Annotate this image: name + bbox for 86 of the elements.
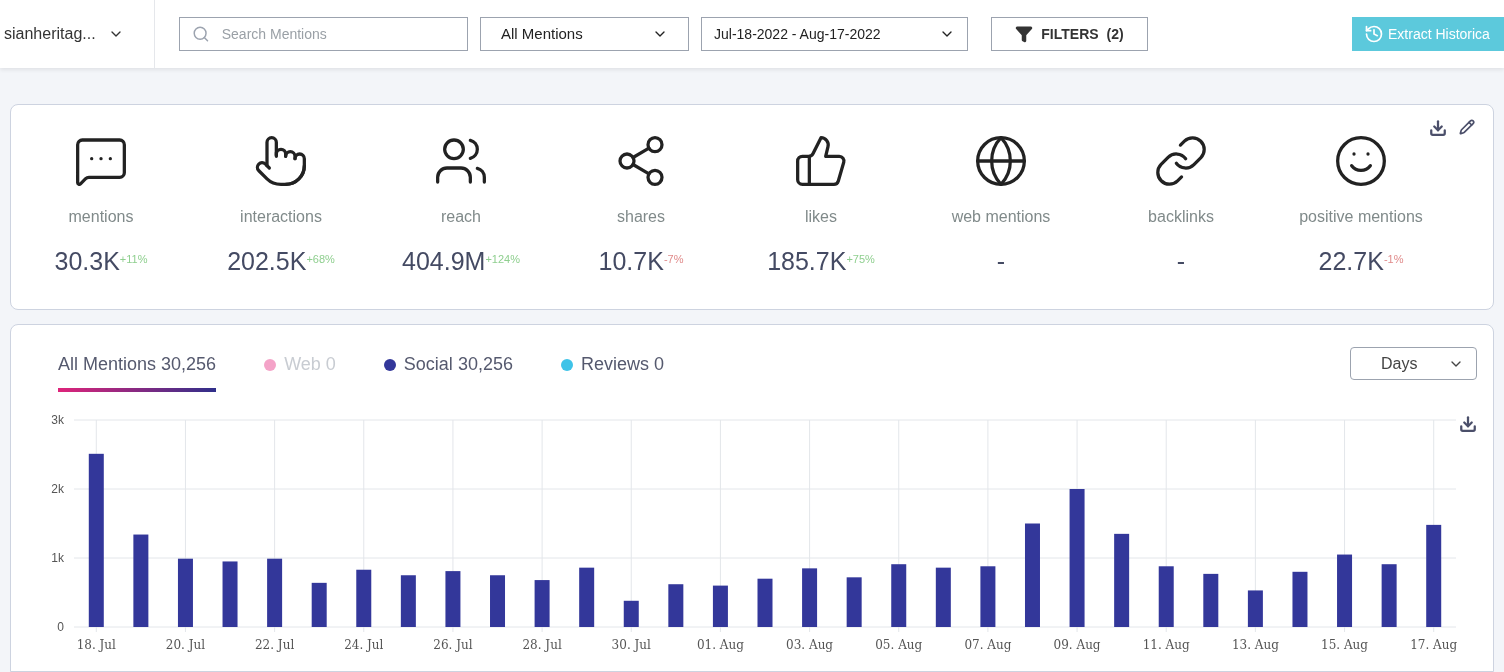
x-axis-label: 05. Aug [875,638,923,652]
y-axis-label: 0 [57,620,64,634]
interval-dropdown[interactable]: Days [1350,347,1477,380]
stat-value: 10.7K [598,246,664,277]
stat-label: backlinks [1148,207,1214,227]
x-axis-label: 07. Aug [964,638,1012,652]
bar [222,561,238,627]
bar [490,575,505,627]
search-field[interactable]: Search Mentions [179,17,468,51]
bar [1292,571,1308,627]
x-axis-label: 26. Jul [433,638,473,652]
mention-type-dropdown[interactable]: All Mentions [480,17,689,51]
stat-label: web mentions [951,207,1051,227]
x-axis-label: 11. Aug [1142,638,1190,652]
bar [668,584,684,627]
bar [1158,566,1174,627]
bar [980,566,996,627]
x-axis-label: 03. Aug [786,638,834,652]
bar [1203,573,1219,627]
y-axis-label: 3k [51,413,64,427]
stat-value: 185.7K [767,246,847,277]
stat-change: +68% [306,252,335,267]
stat-label: interactions [240,207,322,227]
x-axis-label: 22. Jul [254,638,295,652]
bar [846,577,862,627]
stat-value: 30.3K [54,246,120,277]
bar [534,580,550,627]
filter-icon [1015,25,1034,43]
bar [935,567,951,627]
x-axis-label: 24. Jul [344,638,384,652]
history-icon [1364,24,1384,44]
bar [623,600,639,627]
stat-change: +75% [846,252,875,267]
bar [757,578,773,627]
stat-label: mentions [68,207,134,227]
bar [1247,590,1263,627]
bar [802,568,818,627]
chart-tab[interactable]: All Mentions 30,256 [58,351,217,392]
stat-label: reach [441,207,481,227]
project-dropdown[interactable]: sianheritag... [0,0,155,68]
x-axis-label: 28. Jul [522,638,562,652]
filters-button[interactable]: FILTERS (2) [991,17,1148,51]
stat-label: shares [617,207,665,227]
smiley-icon [1333,133,1389,189]
bar [579,567,595,627]
stat-label: likes [805,207,837,227]
x-axis-label: 13. Aug [1231,638,1279,652]
bar [356,569,372,627]
stat-change: -7% [663,253,684,265]
bar [177,558,193,627]
link-icon [1153,133,1209,189]
stat-change: +11% [119,253,148,265]
bar [400,575,416,627]
x-axis-label: 15. Aug [1321,638,1369,652]
stat-value: - [1176,246,1186,277]
stat-value: 202.5K [227,246,307,277]
bar [311,582,327,627]
download-icon[interactable] [1459,415,1477,433]
pointing-hand-icon [253,133,309,189]
edit-icon[interactable] [1459,119,1475,135]
bar [1381,564,1397,627]
stat-label: positive mentions [1299,207,1423,227]
stat-value: 404.9M [402,246,486,277]
stat-value: - [996,246,1006,277]
x-axis-label: 18. Jul [76,638,116,652]
search-icon [192,24,210,44]
x-axis-label: 09. Aug [1053,638,1101,652]
globe-icon [973,133,1029,189]
download-icon[interactable] [1429,119,1447,137]
stat-change: +124% [485,252,520,267]
chart-tab[interactable]: Social 30,256 [383,351,513,392]
search-input[interactable]: Search Mentions [221,23,455,45]
x-axis-label: 20. Jul [165,638,206,652]
x-axis-label: 01. Aug [696,638,744,652]
x-axis-label: 30. Jul [611,638,651,652]
stat-value: 22.7K [1318,246,1384,277]
bar [445,571,461,627]
bar [891,564,907,627]
stat-change: -1% [1383,253,1404,265]
bar [267,558,283,627]
chart-tab[interactable]: Reviews 0 [560,351,664,392]
x-axis-label: 17. Aug [1410,638,1458,652]
y-axis-label: 2k [51,482,64,496]
bar [712,585,728,627]
date-range-dropdown[interactable]: Jul-18-2022 - Aug-17-2022 [701,17,968,51]
y-axis-label: 1k [51,551,64,565]
